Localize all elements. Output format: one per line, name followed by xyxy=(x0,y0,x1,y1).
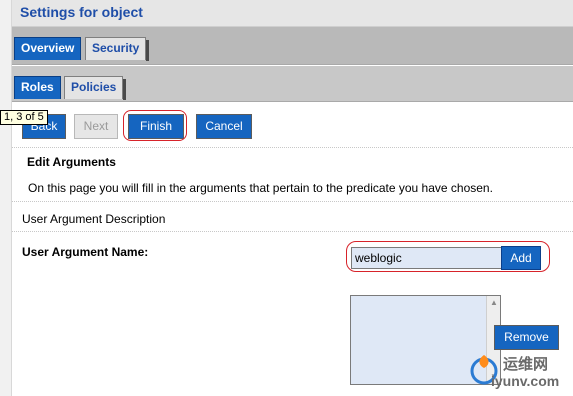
wizard-button-bar: Back Next Finish Cancel xyxy=(12,102,573,148)
finish-button[interactable]: Finish xyxy=(128,114,184,139)
page-header: Settings for object xyxy=(12,0,573,27)
watermark-text: 运维网 xyxy=(503,356,549,373)
section-heading: Edit Arguments xyxy=(27,155,116,169)
tab-overview[interactable]: Overview xyxy=(14,37,82,60)
tab-security[interactable]: Security xyxy=(85,37,150,61)
argument-description-label: User Argument Description xyxy=(22,212,166,226)
remove-button[interactable]: Remove xyxy=(494,325,559,350)
scroll-up-arrow-icon[interactable]: ▲ xyxy=(488,297,500,309)
watermark: 运维网 iyunv.com xyxy=(469,349,573,396)
argument-name-label: User Argument Name: xyxy=(22,245,149,259)
cancel-button[interactable]: Cancel xyxy=(196,114,252,139)
main-tabbar: Overview Security xyxy=(12,27,573,65)
tab-policies[interactable]: Policies xyxy=(64,76,127,100)
page-title: Settings for object xyxy=(20,4,143,20)
left-gutter xyxy=(0,0,12,396)
watermark-url: iyunv.com xyxy=(491,373,560,389)
sub-tabbar: Roles Policies xyxy=(12,66,573,102)
section-description: On this page you will fill in the argume… xyxy=(28,181,493,195)
add-button[interactable]: Add xyxy=(501,246,541,270)
next-button: Next xyxy=(74,114,118,139)
tooltip: 1, 3 of 5 xyxy=(0,110,48,125)
argument-name-input[interactable] xyxy=(351,247,508,269)
divider xyxy=(12,231,573,232)
divider xyxy=(12,201,573,202)
tab-roles[interactable]: Roles xyxy=(14,76,61,99)
